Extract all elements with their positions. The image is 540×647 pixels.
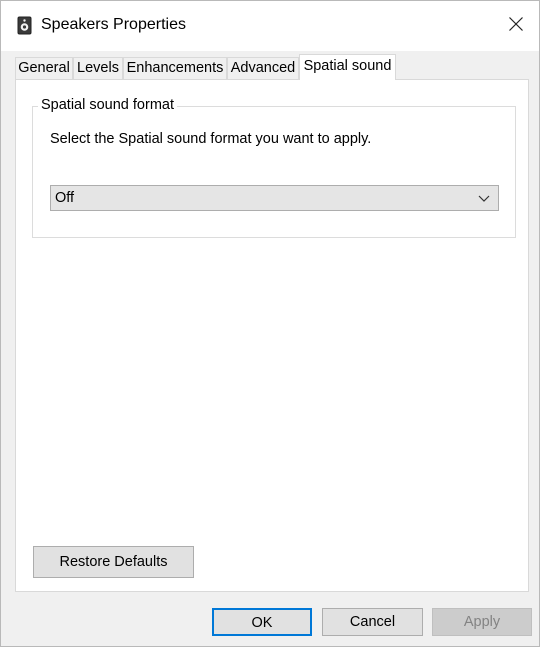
tab-general[interactable]: General	[15, 57, 73, 79]
title-bar[interactable]: Speakers Properties	[1, 1, 539, 51]
restore-defaults-button[interactable]: Restore Defaults	[33, 546, 194, 578]
chevron-down-icon	[478, 192, 490, 204]
ok-button[interactable]: OK	[212, 608, 312, 636]
apply-button[interactable]: Apply	[432, 608, 532, 636]
spatial-sound-format-dropdown[interactable]: Off	[50, 185, 499, 211]
close-button[interactable]	[493, 1, 539, 51]
dropdown-selected-value: Off	[55, 190, 75, 206]
close-icon	[509, 17, 523, 35]
cancel-button[interactable]: Cancel	[322, 608, 423, 636]
tab-enhancements[interactable]: Enhancements	[123, 57, 227, 79]
spatial-sound-format-group: Spatial sound format Select the Spatial …	[32, 97, 516, 238]
spatial-sound-panel: Spatial sound format Select the Spatial …	[15, 79, 529, 592]
tab-spatial-sound[interactable]: Spatial sound	[299, 54, 396, 80]
speaker-icon	[17, 16, 33, 35]
group-description: Select the Spatial sound format you want…	[50, 131, 372, 147]
tab-advanced[interactable]: Advanced	[227, 57, 299, 79]
group-label: Spatial sound format	[38, 97, 177, 113]
window-title: Speakers Properties	[41, 16, 186, 33]
speakers-properties-dialog: Speakers Properties General Levels Enhan…	[0, 0, 540, 647]
tab-levels[interactable]: Levels	[73, 57, 123, 79]
